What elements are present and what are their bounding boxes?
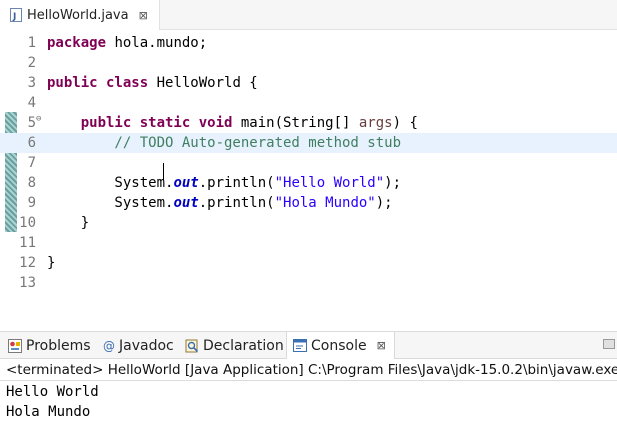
code-token: .println( bbox=[198, 175, 275, 191]
console-line: Hola Mundo bbox=[6, 404, 91, 420]
tab-problems-label: Problems bbox=[26, 337, 91, 354]
close-icon[interactable]: ⊠ bbox=[377, 339, 386, 352]
code-token: main(String[] bbox=[232, 115, 359, 131]
line-number: 3 bbox=[27, 75, 36, 91]
code-line[interactable]: 2 bbox=[0, 53, 617, 73]
code-line[interactable]: 3 public class HelloWorld { bbox=[0, 73, 617, 93]
code-token: .println( bbox=[198, 195, 275, 211]
editor-tab-bar: J HelloWorld.java ⊠ bbox=[0, 0, 617, 30]
tab-problems[interactable]: Problems bbox=[8, 332, 91, 359]
code-line[interactable]: 12} bbox=[0, 253, 617, 273]
code-token: out bbox=[173, 195, 199, 211]
panel-tab-bar: Problems @ Javadoc Declaration Console ⊠ bbox=[0, 331, 617, 359]
java-file-icon: J bbox=[10, 8, 22, 22]
svg-text:J: J bbox=[12, 12, 16, 22]
problems-icon bbox=[8, 338, 22, 353]
minimize-icon[interactable] bbox=[603, 339, 615, 349]
code-token: } bbox=[47, 215, 90, 231]
code-line[interactable]: 8 System.out.println("Hello World"); bbox=[0, 173, 617, 193]
console-status: <terminated> HelloWorld [Java Applicatio… bbox=[0, 359, 617, 381]
tab-javadoc[interactable]: @ Javadoc bbox=[103, 332, 174, 359]
code-text: public class HelloWorld { bbox=[47, 73, 258, 93]
close-icon[interactable]: ⊠ bbox=[139, 9, 148, 22]
code-line[interactable]: 5 ⊖ public static void main(String[] args… bbox=[0, 113, 617, 133]
code-text: public static void main(String[] args) { bbox=[47, 113, 418, 133]
code-token: ) { bbox=[392, 115, 418, 131]
line-number: 7 bbox=[27, 155, 36, 171]
code-line[interactable]: 1 package hola.mundo; bbox=[0, 33, 617, 53]
code-token: ); bbox=[384, 175, 402, 191]
console-line: Hello World bbox=[6, 384, 99, 400]
code-token: System. bbox=[47, 175, 174, 191]
declaration-icon bbox=[185, 339, 199, 353]
line-number: 2 bbox=[27, 55, 36, 71]
code-text: } bbox=[47, 213, 89, 233]
line-number: 1 bbox=[27, 35, 36, 51]
eclipse-window: J HelloWorld.java ⊠ ◀ 1package hola.mund… bbox=[0, 0, 617, 443]
code-text: } bbox=[47, 253, 55, 273]
tab-console-label: Console bbox=[311, 337, 367, 354]
tab-javadoc-label: Javadoc bbox=[119, 337, 174, 354]
tab-console[interactable]: Console ⊠ bbox=[286, 332, 395, 359]
code-token: ); bbox=[375, 195, 393, 211]
javadoc-icon: @ bbox=[103, 338, 115, 353]
code-token: "Hola Mundo" bbox=[274, 195, 376, 211]
code-line[interactable]: 9 System.out.println("Hola Mundo"); bbox=[0, 193, 617, 213]
text-caret bbox=[163, 163, 164, 180]
code-line[interactable]: 4 bbox=[0, 93, 617, 113]
line-number: 5 bbox=[27, 115, 36, 131]
editor-tab-helloworld[interactable]: J HelloWorld.java ⊠ bbox=[0, 0, 160, 30]
code-line[interactable]: 13 bbox=[0, 273, 617, 293]
editor-tab-label: HelloWorld.java bbox=[27, 7, 129, 23]
tab-declaration[interactable]: Declaration bbox=[185, 332, 284, 359]
code-text: System.out.println("Hello World"); bbox=[47, 173, 401, 193]
code-token: } bbox=[47, 255, 56, 271]
code-text: System.out.println("Hola Mundo"); bbox=[47, 193, 393, 213]
code-token: HelloWorld { bbox=[148, 75, 258, 91]
console-output[interactable]: Hello World Hola Mundo bbox=[0, 382, 617, 443]
fold-collapse-icon[interactable]: ⊖ bbox=[36, 109, 41, 129]
line-number: 9 bbox=[27, 195, 36, 211]
console-icon bbox=[293, 339, 307, 352]
code-text: // TODO Auto-generated method stub bbox=[47, 133, 401, 153]
code-editor[interactable]: ◀ 1package hola.mundo;23public class Hel… bbox=[0, 30, 617, 352]
code-line[interactable]: 10 } bbox=[0, 213, 617, 233]
code-text: package hola.mundo; bbox=[47, 33, 207, 53]
code-token: package bbox=[47, 35, 107, 51]
code-token: out bbox=[173, 175, 199, 191]
line-number: 13 bbox=[19, 275, 36, 291]
line-number: 12 bbox=[19, 255, 36, 271]
code-token: hola.mundo; bbox=[106, 35, 208, 51]
line-number: 6 bbox=[27, 135, 36, 151]
line-number: 11 bbox=[19, 235, 36, 251]
code-token: args bbox=[358, 115, 393, 131]
code-line[interactable]: 6 // TODO Auto-generated method stub bbox=[0, 133, 617, 153]
code-token: public class bbox=[47, 75, 149, 91]
code-token: public static void bbox=[80, 115, 233, 131]
code-token: System. bbox=[47, 195, 174, 211]
code-token: "Hello World" bbox=[274, 175, 385, 191]
code-line[interactable]: 7 bbox=[0, 153, 617, 173]
code-token: // TODO Auto-generated method stub bbox=[47, 135, 402, 151]
line-number: 10 bbox=[19, 215, 36, 231]
line-number: 4 bbox=[27, 95, 36, 111]
tab-declaration-label: Declaration bbox=[203, 337, 284, 354]
line-number: 8 bbox=[27, 175, 36, 191]
code-line[interactable]: 11 bbox=[0, 233, 617, 253]
